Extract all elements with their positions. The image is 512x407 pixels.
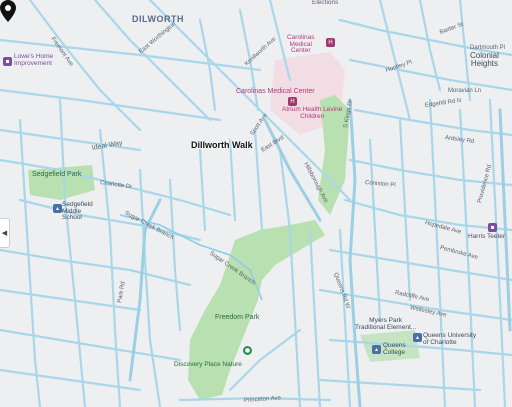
side-panel-toggle[interactable]: ◀ [0,218,10,248]
shopping-icon[interactable]: ▪ [3,57,12,66]
park-label-freedom[interactable]: Freedom Park [215,314,259,321]
school-icon[interactable]: ▴ [53,204,62,213]
neighborhood-label-dilworth: DILWORTH [132,14,184,24]
poi-label-carolinas-medical-center[interactable]: Carolinas Medical Center [287,34,314,55]
poi-label-carolinas-medical-center-2[interactable]: Carolinas Medical Center [236,88,315,95]
location-pin-icon[interactable] [0,0,16,22]
grocery-icon[interactable]: ▪ [488,223,497,232]
road-label-moravian: Moravian Ln [448,88,482,94]
selected-location-label[interactable]: Dillworth Walk [191,141,253,150]
nature-center-icon[interactable]: ● [243,346,252,355]
college-icon[interactable]: ▴ [372,345,381,354]
place-label-elections: Elections [312,0,339,6]
hospital-icon[interactable]: H [326,38,335,47]
park-label-sedgefield[interactable]: Sedgefield Park [32,171,81,178]
hospital-icon-2[interactable]: H [288,97,297,106]
poi-label-atrium-health[interactable]: Atrium Health Levine Children [282,106,342,120]
place-label-queens-university[interactable]: Queens University of Charlotte [423,332,476,346]
place-label-myers-park-traditional[interactable]: Myers Park Traditional Element... [355,317,416,331]
map-canvas[interactable]: DILWORTH Colonial Heights Elections Caro… [0,0,512,407]
poi-label-discovery-place[interactable]: Discovery Place Nature [174,361,242,369]
chevron-left-icon: ◀ [1,229,8,237]
poi-label-harris-teeter[interactable]: Harris Teeter [468,233,505,241]
place-label-colonial-heights: Colonial Heights [470,51,499,68]
university-icon[interactable]: ▴ [413,333,422,342]
poi-label-lowes[interactable]: Lowe's Home Improvement [14,53,53,67]
place-label-sedgefield-middle[interactable]: Sedgefield Middle School [62,201,93,222]
place-label-queens-college[interactable]: Queens College [383,342,406,356]
road-label-dartmouth: Dartmouth Pl [470,45,506,51]
